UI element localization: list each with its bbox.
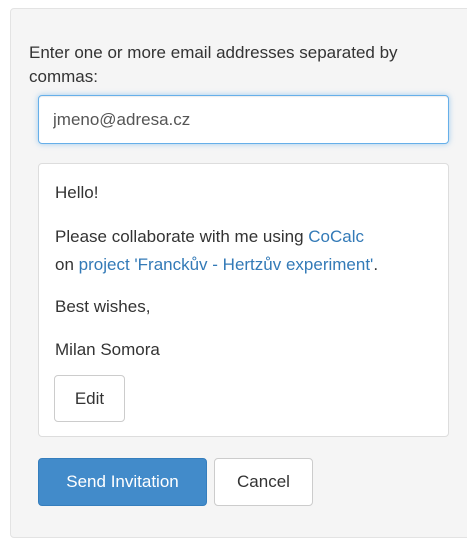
invitation-message-preview: Hello! Please collaborate with me using … — [38, 163, 449, 437]
message-body-line-1: Please collaborate with me using CoCalc — [55, 225, 364, 249]
cocalc-link[interactable]: CoCalc — [308, 227, 364, 246]
message-closing: Best wishes, — [55, 297, 151, 316]
email-prompt-label: Enter one or more email addresses separa… — [29, 43, 398, 86]
project-link[interactable]: project 'Franckův - Hertzův experiment' — [79, 255, 374, 274]
message-body-line-2: on project 'Franckův - Hertzův experimen… — [55, 253, 378, 277]
email-addresses-input[interactable] — [38, 95, 449, 144]
send-invitation-button[interactable]: Send Invitation — [38, 458, 207, 506]
message-body-on: on — [55, 255, 74, 274]
message-body-suffix: . — [373, 255, 379, 274]
message-greeting: Hello! — [55, 183, 99, 202]
message-body-prefix: Please collaborate with me using — [55, 227, 304, 246]
edit-message-button[interactable]: Edit — [54, 375, 125, 422]
message-signature: Milan Somora — [55, 340, 160, 359]
cancel-button[interactable]: Cancel — [214, 458, 313, 506]
